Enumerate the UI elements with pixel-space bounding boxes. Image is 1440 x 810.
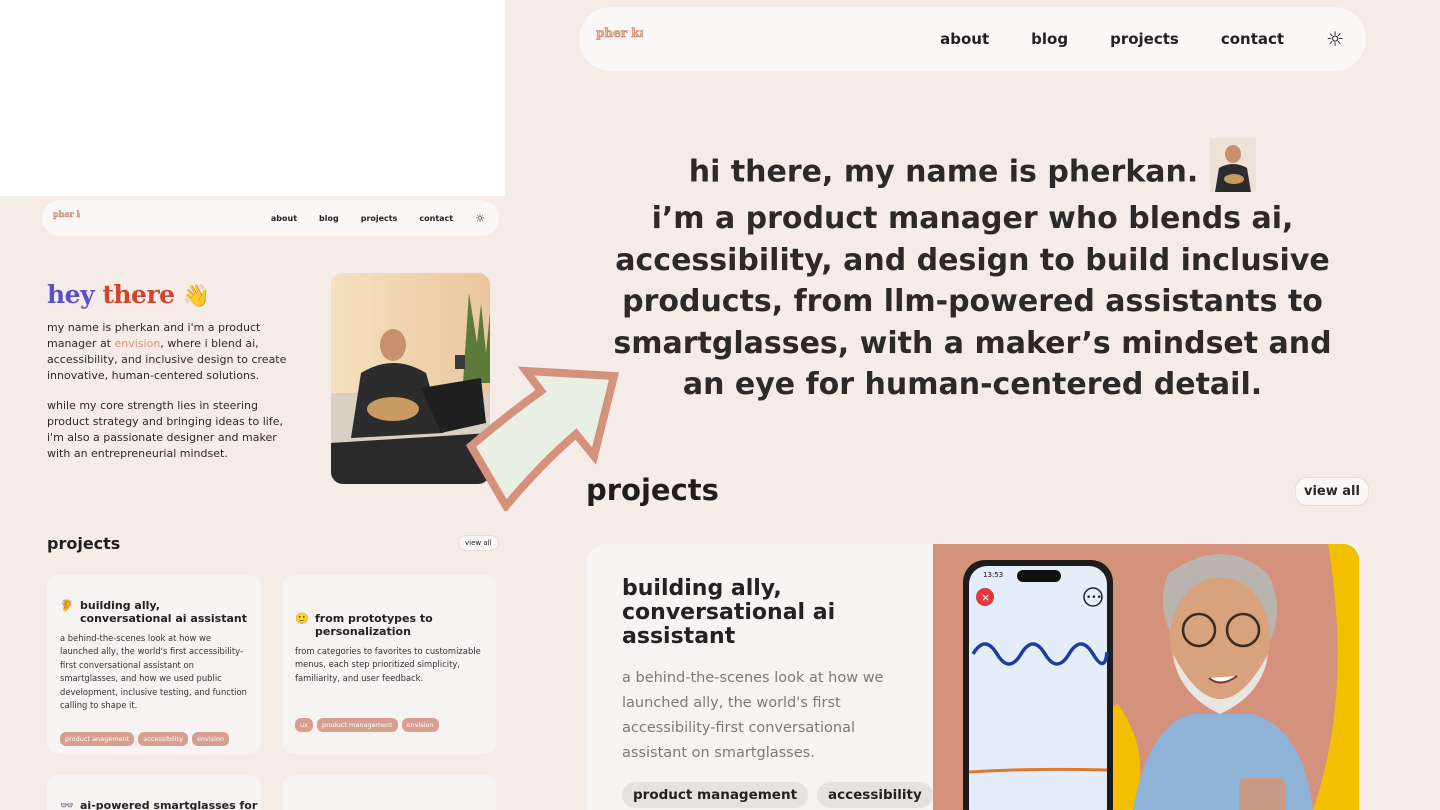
- hero-body: i’m a product manager who blends ai, acc…: [613, 201, 1332, 403]
- tag[interactable]: ux: [295, 718, 313, 732]
- avatar: [1210, 138, 1257, 192]
- sun-icon[interactable]: ☼: [475, 212, 485, 225]
- card-description: a behind-the-scenes look at how we launc…: [60, 633, 247, 711]
- phone-time: 13:53: [983, 571, 1003, 579]
- card-description: from categories to favorites to customiz…: [295, 646, 481, 683]
- hero-greeting: hi there, my name is pherkan.: [590, 138, 1355, 200]
- intro-paragraph-1: my name is pherkan and i'm a product man…: [47, 320, 297, 384]
- tag[interactable]: envision: [191, 732, 229, 746]
- hero-line-1: hi there, my name is pherkan.: [688, 154, 1199, 190]
- card-icon: 🦻: [60, 599, 74, 612]
- nav-blog[interactable]: blog: [1031, 30, 1068, 48]
- tag[interactable]: product anagement: [60, 732, 135, 746]
- close-icon: ×: [981, 591, 990, 604]
- tag[interactable]: accessibility: [817, 782, 933, 808]
- tag[interactable]: envision: [401, 718, 439, 732]
- nav-blog[interactable]: blog: [319, 214, 339, 223]
- tag[interactable]: accessibility: [138, 732, 188, 746]
- envision-link[interactable]: envision: [115, 337, 161, 350]
- new-nav-links: about blog projects contact ☼: [940, 7, 1344, 71]
- greeting-word-1: hey: [47, 280, 95, 309]
- tag[interactable]: product management: [316, 718, 398, 732]
- greeting-heading: hey there 👋: [47, 280, 210, 309]
- featured-title: building ally, conversational ai assista…: [622, 576, 836, 649]
- card-tags: ux product management envision: [295, 718, 439, 732]
- logo-icon[interactable]: pher kan: [52, 209, 80, 229]
- old-view-all-button[interactable]: view all: [458, 535, 499, 551]
- more-icon: •••: [1086, 593, 1102, 603]
- project-card-smartglasses[interactable]: 👓 ai-powered smartglasses for: [47, 775, 261, 810]
- card-title: from prototypes to personalization: [315, 612, 433, 638]
- old-nav-links: about blog projects contact ☼: [271, 200, 485, 236]
- logo-icon[interactable]: pher kan: [595, 25, 643, 55]
- old-navbar: pher kan about blog projects contact ☼: [42, 200, 499, 236]
- nav-projects[interactable]: projects: [361, 214, 398, 223]
- featured-image: 13:53 × •••: [933, 544, 1359, 810]
- new-navbar: pher kan about blog projects contact ☼: [579, 7, 1366, 71]
- project-card-4[interactable]: [282, 775, 496, 810]
- nav-contact[interactable]: contact: [1221, 30, 1284, 48]
- nav-about[interactable]: about: [271, 214, 297, 223]
- project-card-prototypes[interactable]: 🙂 from prototypes to personalization fro…: [282, 575, 496, 754]
- nav-projects[interactable]: projects: [1110, 30, 1179, 48]
- card-title: building ally, conversational ai assista…: [80, 599, 248, 625]
- tag[interactable]: product management: [622, 782, 809, 808]
- nav-about[interactable]: about: [940, 30, 989, 48]
- intro-paragraph-2: while my core strength lies in steering …: [47, 399, 283, 460]
- waving-hand-icon: 👋: [182, 284, 210, 309]
- greeting-word-2: there: [102, 280, 175, 309]
- card-title: ai-powered smartglasses for: [80, 799, 258, 810]
- card-tags: product anagement accessibility envision: [60, 732, 229, 746]
- project-card-ally[interactable]: 🦻 building ally, conversational ai assis…: [47, 575, 261, 754]
- card-icon: 🙂: [295, 612, 309, 625]
- arrow-icon: [466, 366, 620, 511]
- logo-text: pher kan: [53, 209, 80, 219]
- new-view-all-button[interactable]: view all: [1295, 477, 1369, 506]
- featured-description: a behind-the-scenes look at how we launc…: [622, 670, 884, 761]
- old-projects-heading: projects: [47, 534, 121, 553]
- featured-tags: product management accessibility: [622, 782, 933, 808]
- blank-area: [0, 0, 505, 196]
- old-site-screenshot: pher kan about blog projects contact ☼ h…: [0, 196, 505, 810]
- nav-contact[interactable]: contact: [419, 214, 453, 223]
- card-icon: 👓: [60, 799, 74, 810]
- featured-project-card[interactable]: building ally, conversational ai assista…: [586, 544, 1359, 810]
- logo-text: pher kan: [596, 26, 643, 40]
- sun-icon[interactable]: ☼: [1326, 27, 1344, 51]
